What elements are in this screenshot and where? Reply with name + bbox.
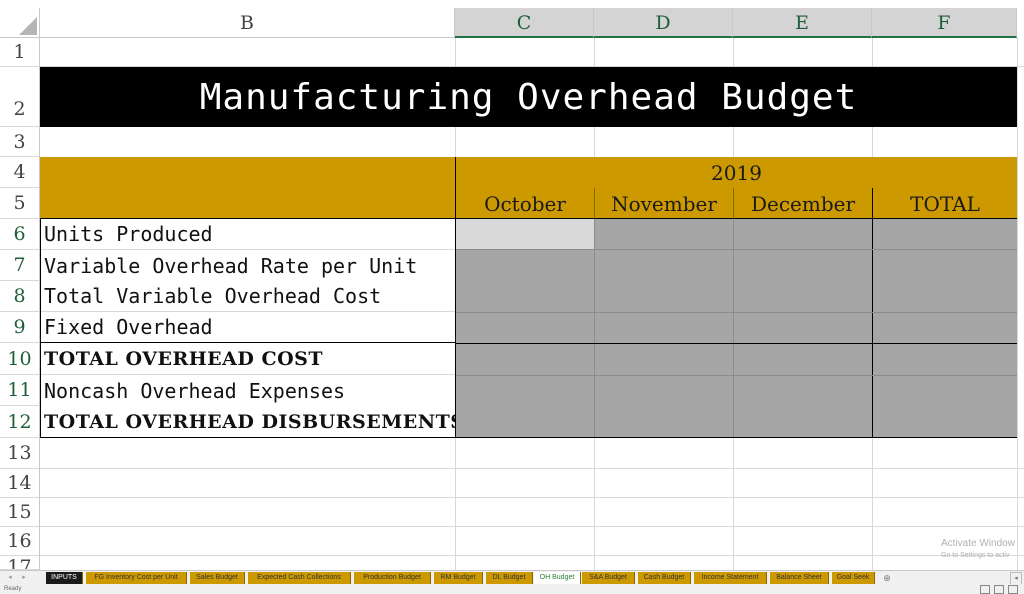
tab-fg-inventory[interactable]: FG Inventory Cost per Unit: [86, 572, 187, 584]
page-break-icon[interactable]: [1008, 585, 1018, 594]
row-header-11[interactable]: 11: [0, 375, 40, 406]
label-units-produced[interactable]: Units Produced: [40, 219, 455, 250]
row-header-1[interactable]: 1: [0, 38, 40, 67]
tab-goal-seek[interactable]: Goal Seek: [832, 572, 875, 584]
label-fixed-overhead[interactable]: Fixed Overhead: [40, 312, 455, 343]
tab-income-statement[interactable]: Income Statement: [694, 572, 767, 584]
tab-dl-budget[interactable]: DL Budget: [486, 572, 533, 584]
tab-expected-cash[interactable]: Expected Cash Collections: [248, 572, 351, 584]
gridline: [40, 497, 1024, 498]
gridline: [456, 375, 1017, 376]
column-header-c[interactable]: C: [455, 8, 594, 38]
column-header-f[interactable]: F: [872, 8, 1017, 38]
scroll-right-icon[interactable]: ▸: [18, 572, 30, 584]
label-total-overhead-disbursements[interactable]: TOTAL OVERHEAD DISBURSEMENTS: [40, 406, 464, 438]
gridline: [733, 219, 734, 438]
gridline: [456, 312, 1017, 313]
gridline: [594, 219, 595, 438]
label-noncash-overhead-expenses[interactable]: Noncash Overhead Expenses: [40, 375, 455, 406]
row-header-4[interactable]: 4: [0, 157, 40, 188]
row-header-12[interactable]: 12: [0, 406, 40, 438]
budget-title[interactable]: Manufacturing Overhead Budget: [40, 67, 1017, 127]
activate-windows-subtitle: Go to Settings to activ: [941, 552, 1010, 559]
gridline: [1017, 38, 1018, 570]
month-header-october[interactable]: October: [455, 188, 594, 219]
gridline: [40, 555, 1024, 556]
tab-cash-budget[interactable]: Cash Budget: [638, 572, 691, 584]
tab-sales-budget[interactable]: Sales Budget: [190, 572, 245, 584]
gridline: [456, 249, 1017, 250]
total-header[interactable]: TOTAL: [872, 188, 1017, 219]
month-header-november[interactable]: November: [594, 188, 733, 219]
column-header-b[interactable]: B: [40, 8, 455, 38]
row-header-5[interactable]: 5: [0, 188, 40, 219]
row-header-13[interactable]: 13: [0, 438, 40, 469]
label-total-overhead-cost[interactable]: TOTAL OVERHEAD COST: [40, 343, 455, 375]
status-ready-text: Ready: [4, 586, 22, 592]
tab-inputs[interactable]: INPUTS: [46, 572, 83, 584]
row-header-15[interactable]: 15: [0, 498, 40, 527]
tab-rm-budget[interactable]: RM Budget: [434, 572, 483, 584]
cells-d6-f6[interactable]: [594, 219, 1017, 250]
normal-view-icon[interactable]: [980, 585, 990, 594]
row-header-9[interactable]: 9: [0, 312, 40, 343]
activate-windows-title: Activate Window: [941, 538, 1015, 549]
sheet-tab-bar: ◂ ▸ INPUTS FG Inventory Cost per Unit Sa…: [0, 570, 1024, 586]
gridline: [455, 219, 456, 438]
add-sheet-icon[interactable]: ⊕: [880, 572, 894, 584]
column-header-e[interactable]: E: [733, 8, 872, 38]
header-label-cell[interactable]: [40, 157, 455, 219]
row-header-8[interactable]: 8: [0, 281, 40, 312]
cell-c6[interactable]: [456, 219, 594, 250]
year-header[interactable]: 2019: [455, 157, 1017, 188]
row-header-2[interactable]: 2: [0, 67, 40, 127]
cells-c7-f12[interactable]: [456, 250, 1017, 438]
page-layout-icon[interactable]: [994, 585, 1004, 594]
gridline: [40, 526, 1024, 527]
tab-production-budget[interactable]: Production Budget: [354, 572, 431, 584]
label-variable-overhead-rate[interactable]: Variable Overhead Rate per Unit: [40, 250, 455, 281]
row-header-16[interactable]: 16: [0, 527, 40, 556]
tab-balance-sheet[interactable]: Balance Sheet: [770, 572, 829, 584]
gridline: [40, 468, 1024, 469]
row-header-10[interactable]: 10: [0, 343, 40, 375]
scroll-left-icon[interactable]: ◂: [4, 572, 16, 584]
row-header-7[interactable]: 7: [0, 250, 40, 281]
status-bar: Ready: [0, 584, 1024, 594]
column-header-d[interactable]: D: [594, 8, 733, 38]
row-header-14[interactable]: 14: [0, 469, 40, 498]
border-line: [40, 219, 41, 438]
select-all-corner[interactable]: [0, 8, 40, 38]
row-header-3[interactable]: 3: [0, 127, 40, 157]
tab-sa-budget[interactable]: S&A Budget: [582, 572, 635, 584]
gridline: [456, 343, 1017, 344]
label-total-variable-overhead-cost[interactable]: Total Variable Overhead Cost: [40, 281, 455, 312]
gridline: [872, 219, 873, 438]
row-header-6[interactable]: 6: [0, 219, 40, 250]
row-header-17[interactable]: 17: [0, 556, 40, 570]
month-header-december[interactable]: December: [733, 188, 872, 219]
gridline: [456, 437, 1017, 438]
